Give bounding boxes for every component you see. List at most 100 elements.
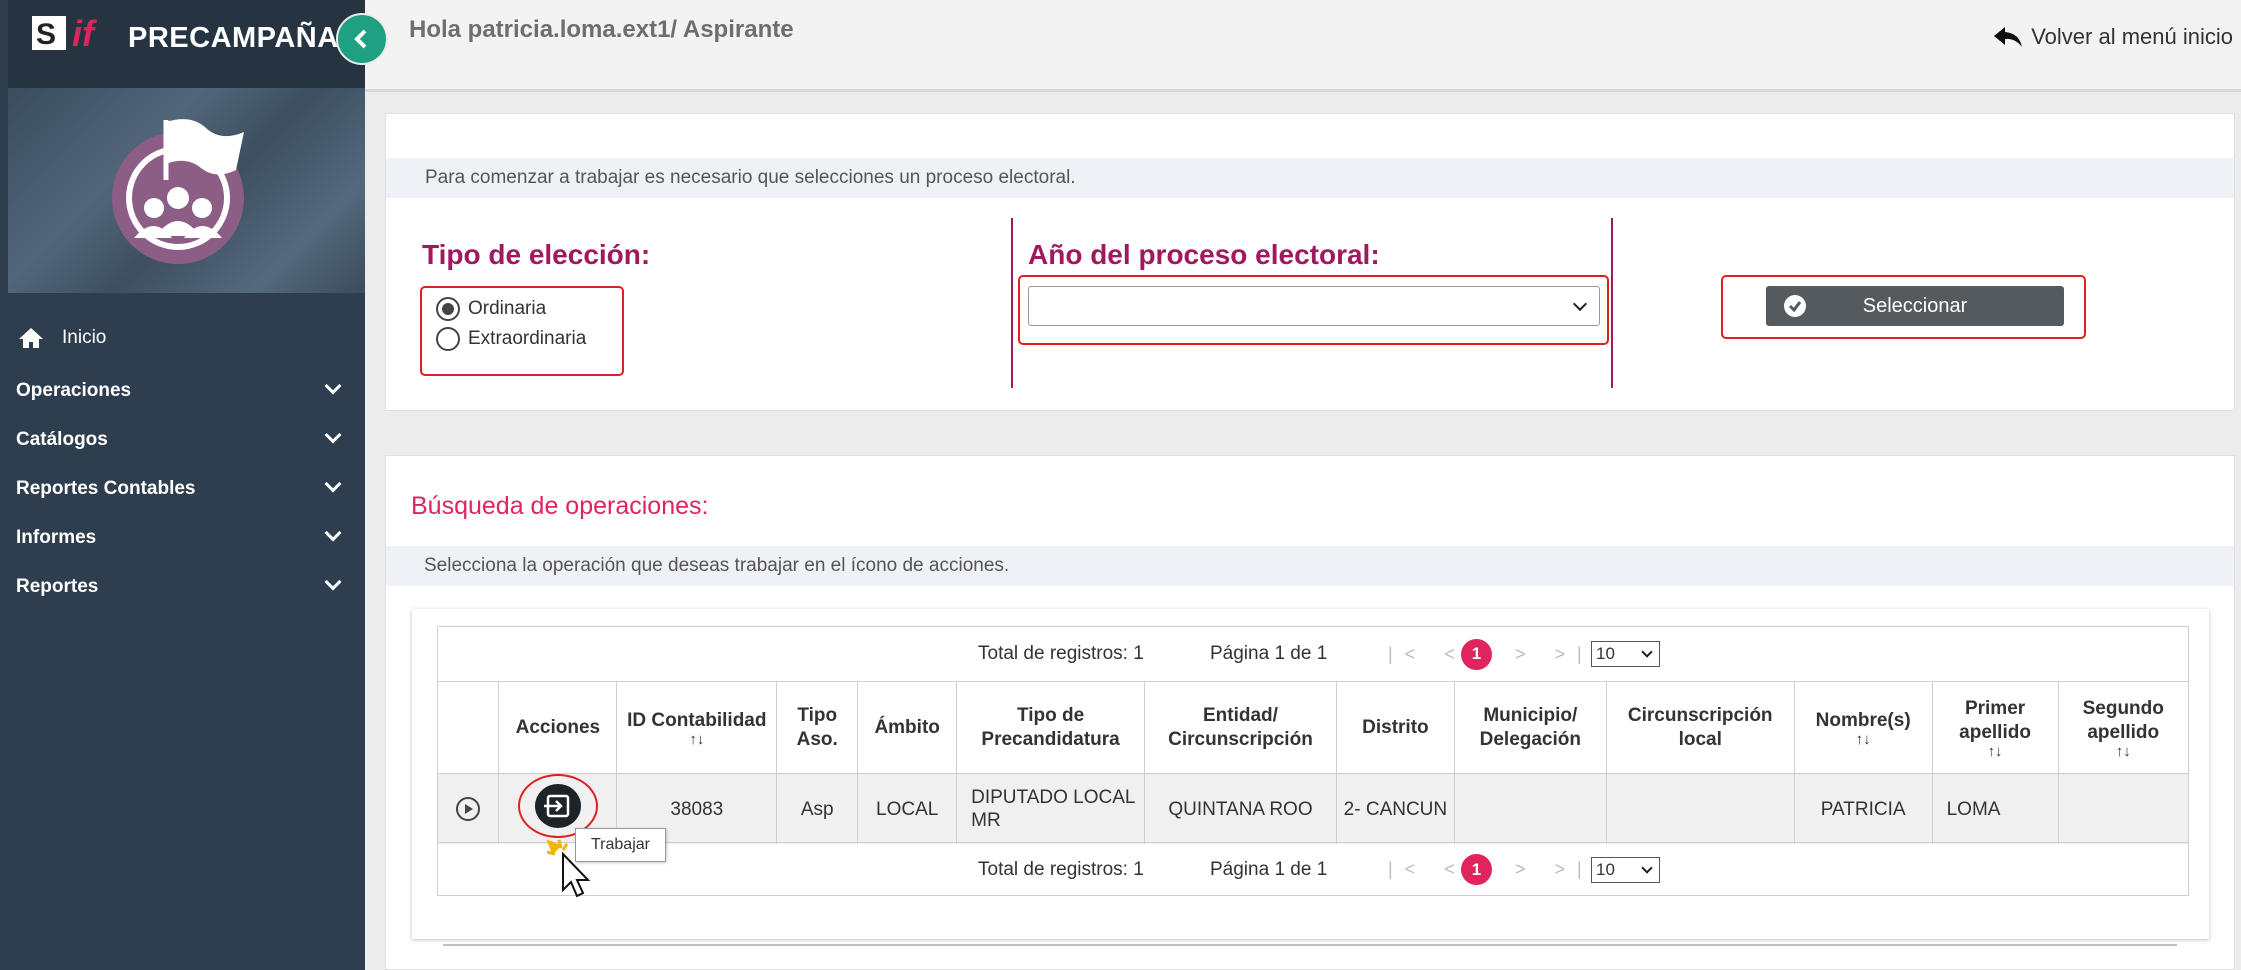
divider <box>1011 218 1013 388</box>
page-number-button[interactable]: 1 <box>1461 854 1492 885</box>
process-selection-card: Para comenzar a trabajar es necesario qu… <box>385 113 2235 411</box>
chevron-down-icon <box>324 573 342 591</box>
page-number-button[interactable]: 1 <box>1461 638 1492 670</box>
table-row: 38083 Asp LOCAL DIPUTADO LOCAL MR QUINTA… <box>438 773 2188 844</box>
sif-logo-icon: S if <box>32 13 97 54</box>
column-header: Ámbito <box>857 681 958 774</box>
operations-search-card: Búsqueda de operaciones: Selecciona la o… <box>385 455 2235 970</box>
expand-cell[interactable] <box>438 773 500 844</box>
sidebar-item-label: Reportes <box>16 575 99 597</box>
sidebar-item-inicio[interactable]: Inicio <box>0 310 365 366</box>
home-icon <box>19 328 43 348</box>
first-prev-icon[interactable]: |< < <box>1388 859 1467 880</box>
cell-distrito: 2- CANCUN <box>1336 773 1455 844</box>
chevron-left-icon <box>354 29 367 49</box>
svg-text:S: S <box>36 18 56 51</box>
first-prev-icon[interactable]: |< < <box>1388 644 1467 665</box>
collapse-sidebar-button[interactable] <box>336 13 388 65</box>
sidebar-item-informes[interactable]: Informes <box>0 513 365 562</box>
sidebar-item-label: Catálogos <box>16 428 108 450</box>
chevron-down-icon <box>1641 646 1653 658</box>
column-header-sortable[interactable]: Segundo apellido ↑↓ <box>2058 681 2189 774</box>
cell-entidad: QUINTANA ROO <box>1144 773 1337 844</box>
column-label: Nombre(s) <box>1815 709 1911 731</box>
expand-row-icon[interactable] <box>455 796 481 822</box>
column-header-sortable[interactable]: Primer apellido ↑↓ <box>1932 681 2059 774</box>
column-header-sortable[interactable]: ID Contabilidad ↑↓ <box>616 681 778 774</box>
page-size-select[interactable]: 10 <box>1591 641 1660 667</box>
sidebar-item-reportes[interactable]: Reportes <box>0 562 365 611</box>
column-header: Acciones <box>498 681 618 774</box>
operations-table: Total de registros: 1 Página 1 de 1 |< <… <box>437 626 2189 896</box>
sidebar: S if PRECAMPAÑA Inicio Operaciones Catál… <box>0 0 365 970</box>
sidebar-item-reportes-contables[interactable]: Reportes Contables <box>0 464 365 513</box>
mouse-cursor-icon <box>546 839 591 898</box>
divider <box>443 944 2177 946</box>
app-title: PRECAMPAÑA <box>128 22 339 54</box>
sidebar-header: S if PRECAMPAÑA <box>8 0 365 88</box>
sidebar-item-label: Operaciones <box>16 379 132 401</box>
page-indicator: Página 1 de 1 <box>1210 858 1328 880</box>
chevron-down-icon <box>1641 861 1653 874</box>
cell-precandidatura: DIPUTADO LOCAL MR <box>956 773 1146 844</box>
pager-top: Total de registros: 1 Página 1 de 1 |< <… <box>438 627 2188 681</box>
process-info: Para comenzar a trabajar es necesario qu… <box>386 158 2234 198</box>
page-size-value: 10 <box>1596 859 1615 879</box>
cell-ambito: LOCAL <box>857 773 958 844</box>
top-header: Hola patricia.loma.ext1/ Aspirante Volve… <box>365 0 2241 92</box>
page-size-select[interactable]: 10 <box>1591 856 1660 883</box>
operations-grid: Acciones ID Contabilidad ↑↓ Tipo Aso. Ám… <box>438 681 2188 844</box>
chevron-down-icon <box>1572 296 1588 312</box>
sort-icon[interactable]: ↑↓ <box>1795 732 1932 747</box>
chevron-down-icon <box>324 377 342 395</box>
search-title: Búsqueda de operaciones: <box>411 492 709 520</box>
sidebar-item-label: Inicio <box>62 327 107 348</box>
column-label: Segundo apellido <box>2082 697 2164 743</box>
svg-text:if: if <box>72 13 97 54</box>
next-last-icon[interactable]: > >| <box>1515 644 1594 665</box>
sidebar-item-operaciones[interactable]: Operaciones <box>0 366 365 415</box>
chevron-down-icon <box>324 475 342 493</box>
enter-box-icon <box>543 794 570 818</box>
cell-nombre: PATRICIA <box>1794 773 1933 844</box>
total-records: Total de registros: 1 <box>978 643 1144 664</box>
radio-button[interactable] <box>436 327 460 351</box>
check-circle-icon <box>1784 295 1806 317</box>
total-records: Total de registros: 1 <box>978 858 1144 880</box>
sidebar-item-catalogos[interactable]: Catálogos <box>0 415 365 464</box>
user-greeting: Hola patricia.loma.ext1/ Aspirante <box>409 16 794 43</box>
column-label: Primer apellido <box>1959 697 2031 743</box>
radio-button-checked[interactable] <box>436 297 460 321</box>
user-group-avatar-icon <box>112 119 244 264</box>
year-select[interactable] <box>1028 286 1600 326</box>
sidebar-menu: Inicio Operaciones Catálogos Reportes Co… <box>0 310 365 611</box>
column-header-sortable[interactable]: Nombre(s) ↑↓ <box>1794 681 1933 774</box>
next-last-icon[interactable]: > >| <box>1515 859 1594 880</box>
back-to-menu-link[interactable]: Volver al menú inicio <box>1993 24 2233 50</box>
year-label: Año del proceso electoral: <box>1028 239 1380 270</box>
sort-icon[interactable]: ↑↓ <box>1933 744 2058 759</box>
column-label: ID Contabilidad <box>627 709 767 731</box>
cell-primer-apellido: LOMA <box>1932 773 2059 844</box>
page-size-value: 10 <box>1596 644 1615 663</box>
sidebar-item-label: Informes <box>16 526 97 548</box>
cell-municipio <box>1454 773 1607 844</box>
select-process-button[interactable]: Seleccionar <box>1766 286 2064 326</box>
profile-banner <box>8 88 365 293</box>
sort-icon[interactable]: ↑↓ <box>617 732 776 747</box>
column-header-expand <box>438 681 500 774</box>
radio-extraordinaria[interactable]: Extraordinaria <box>436 327 586 351</box>
operations-panel: Total de registros: 1 Página 1 de 1 |< <… <box>412 609 2209 939</box>
election-type-label: Tipo de elección: <box>422 239 651 270</box>
work-action-button[interactable] <box>534 784 581 828</box>
sort-icon[interactable]: ↑↓ <box>2059 744 2189 759</box>
radio-ordinaria[interactable]: Ordinaria <box>436 297 546 321</box>
chevron-down-icon <box>324 426 342 444</box>
back-label: Volver al menú inicio <box>2031 24 2233 49</box>
cell-segundo-apellido <box>2058 773 2188 844</box>
radio-label: Ordinaria <box>468 298 547 319</box>
cell-tipo: Asp <box>776 773 859 844</box>
pager-bottom: Total de registros: 1 Página 1 de 1 |< <… <box>438 842 2188 896</box>
radio-label: Extraordinaria <box>468 328 587 349</box>
column-header: Distrito <box>1336 681 1455 774</box>
